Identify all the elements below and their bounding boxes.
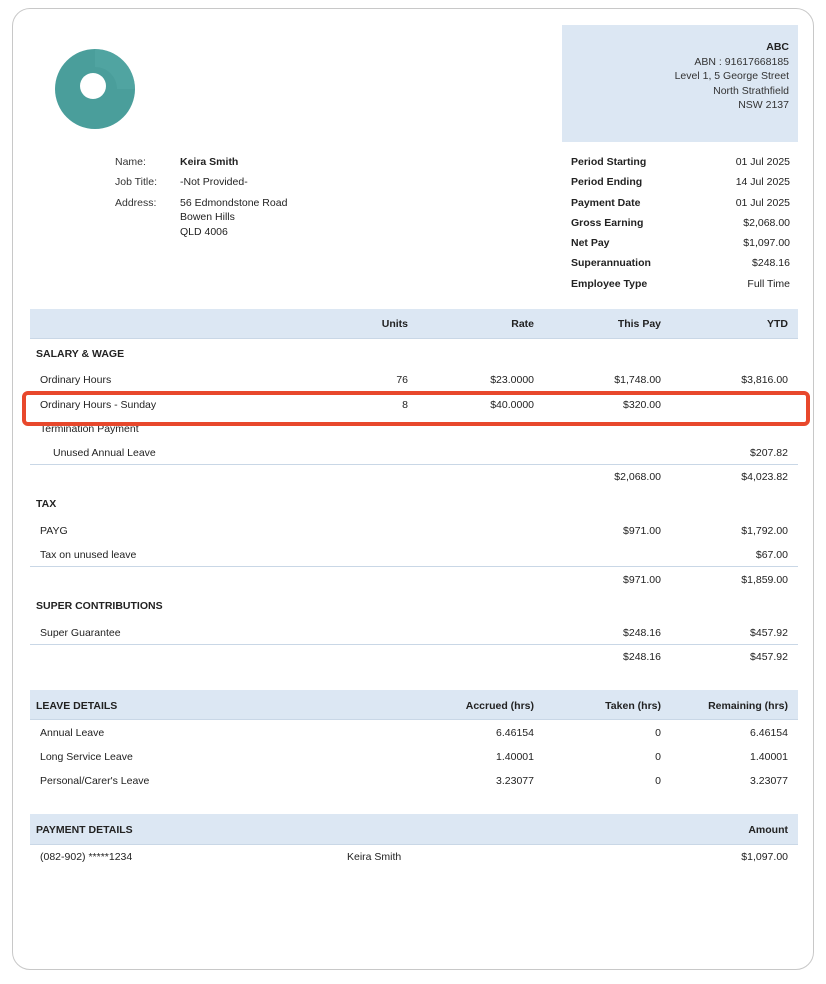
super-guarantee-label: Super Guarantee (40, 627, 121, 639)
employee-type-label: Employee Type (571, 278, 648, 290)
accrued-header: Accrued (hrs) (465, 700, 534, 712)
company-name: ABC (766, 41, 789, 53)
personal-leave-taken: 0 (655, 775, 661, 787)
net-pay-value: $1,097.00 (743, 237, 790, 249)
super-total-ytd: $457.92 (750, 651, 788, 663)
company-logo (55, 49, 135, 129)
annual-leave-taken: 0 (655, 727, 661, 739)
tax-section-title: TAX (36, 498, 57, 510)
payee-name: Keira Smith (347, 851, 402, 863)
long-service-leave-label: Long Service Leave (40, 751, 133, 763)
ordinary-hours-this-pay: $1,748.00 (614, 374, 661, 386)
employee-name: Keira Smith (180, 156, 239, 168)
long-service-leave-remaining: 1.40001 (750, 751, 788, 763)
remaining-header: Remaining (hrs) (708, 700, 788, 712)
taken-header: Taken (hrs) (605, 700, 661, 712)
units-header: Units (381, 318, 408, 330)
superannuation-value: $248.16 (752, 257, 790, 269)
super-section-title: SUPER CONTRIBUTIONS (36, 600, 163, 612)
annual-leave-accrued: 6.46154 (496, 727, 534, 739)
long-service-leave-accrued: 1.40001 (496, 751, 534, 763)
payg-ytd: $1,792.00 (741, 525, 788, 537)
payment-header-bar (30, 814, 798, 845)
amount-header: Amount (748, 824, 788, 836)
company-address-line1: Level 1, 5 George Street (674, 70, 789, 83)
tax-total-ytd: $1,859.00 (741, 574, 788, 586)
unused-annual-leave-label: Unused Annual Leave (53, 447, 156, 459)
annual-leave-remaining: 6.46154 (750, 727, 788, 739)
payg-this-pay: $971.00 (623, 525, 661, 537)
gross-earning-label: Gross Earning (571, 217, 644, 229)
bank-account: (082-902) *****1234 (40, 851, 133, 863)
period-ending-label: Period Ending (571, 176, 643, 188)
payment-details-title: PAYMENT DETAILS (36, 824, 133, 836)
payment-date-value: 01 Jul 2025 (735, 197, 790, 209)
earnings-header-bar (30, 309, 798, 339)
gross-earning-value: $2,068.00 (743, 217, 790, 229)
long-service-leave-taken: 0 (655, 751, 661, 763)
company-address-line2: North Strathfield (713, 84, 789, 97)
net-pay-label: Net Pay (571, 237, 610, 249)
employee-address-line3: QLD 4006 (180, 226, 228, 238)
leave-header-bar (30, 690, 798, 720)
tax-unused-leave-label: Tax on unused leave (40, 549, 137, 561)
salary-total-this-pay: $2,068.00 (614, 471, 661, 483)
ordinary-hours-ytd: $3,816.00 (741, 374, 788, 386)
leave-details-title: LEAVE DETAILS (36, 700, 118, 712)
period-starting-value: 01 Jul 2025 (735, 156, 790, 168)
period-starting-label: Period Starting (571, 156, 647, 168)
ordinary-hours-label: Ordinary Hours (40, 374, 112, 386)
personal-leave-label: Personal/Carer's Leave (40, 775, 150, 787)
employee-address-line2: Bowen Hills (180, 211, 235, 223)
unused-annual-leave-ytd: $207.82 (750, 447, 788, 459)
job-title-label: Job Title: (115, 176, 158, 188)
employee-name-label: Name: (115, 156, 146, 168)
salary-wage-section-title: SALARY & WAGE (36, 348, 125, 360)
tax-divider (30, 566, 798, 567)
company-info-box: ABC ABN : 91617668185 Level 1, 5 George … (562, 25, 798, 142)
employee-address-line1: 56 Edmondstone Road (180, 197, 288, 209)
tax-unused-leave-ytd: $67.00 (755, 549, 788, 561)
company-abn: ABN : 91617668185 (694, 55, 789, 68)
ytd-header: YTD (767, 318, 788, 330)
salary-total-ytd: $4,023.82 (741, 471, 788, 483)
company-address-line3: NSW 2137 (738, 99, 789, 112)
employee-type-value: Full Time (747, 278, 790, 290)
payg-label: PAYG (40, 525, 68, 537)
super-total-this-pay: $248.16 (623, 651, 661, 663)
personal-leave-remaining: 3.23077 (750, 775, 788, 787)
ordinary-hours-units: 76 (396, 374, 408, 386)
super-guarantee-this-pay: $248.16 (623, 627, 661, 639)
salary-divider (30, 464, 798, 465)
tax-total-this-pay: $971.00 (623, 574, 661, 586)
personal-leave-accrued: 3.23077 (496, 775, 534, 787)
ordinary-hours-rate: $23.0000 (490, 374, 534, 386)
this-pay-header: This Pay (617, 318, 661, 330)
annual-leave-label: Annual Leave (40, 727, 105, 739)
super-divider (30, 644, 798, 645)
payment-amount: $1,097.00 (741, 851, 788, 863)
highlight-box (22, 391, 810, 426)
rate-header: Rate (511, 318, 534, 330)
super-guarantee-ytd: $457.92 (750, 627, 788, 639)
payment-date-label: Payment Date (571, 197, 641, 209)
job-title: -Not Provided- (180, 176, 248, 188)
address-label: Address: (115, 197, 157, 209)
superannuation-label: Superannuation (571, 257, 651, 269)
period-ending-value: 14 Jul 2025 (735, 176, 790, 188)
